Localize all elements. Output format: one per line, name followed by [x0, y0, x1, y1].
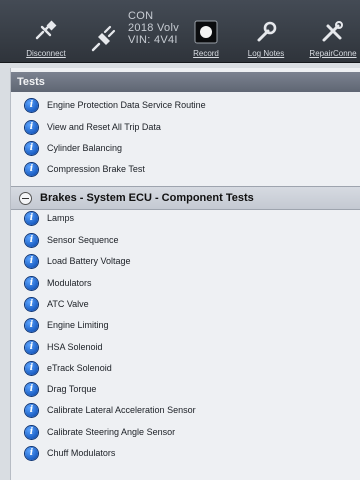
toolbar: Disconnect CON 2018 Volv VIN: 4V4I Recor… — [0, 0, 360, 63]
brake-test-label: Chuff Modulators — [47, 448, 116, 458]
brake-test-steering-angle[interactable]: i Calibrate Steering Angle Sensor — [25, 423, 175, 441]
brake-test-label: Lamps — [47, 213, 75, 223]
brakes-section-title: Brakes - System ECU - Component Tests — [40, 192, 254, 204]
vehicle-line-1: CON — [128, 10, 154, 22]
vehicle-info: CON 2018 Volv VIN: 4V4I — [128, 10, 179, 46]
collapse-icon[interactable] — [19, 191, 32, 205]
brake-test-label: eTrack Solenoid — [47, 363, 112, 373]
info-icon: i — [25, 297, 38, 311]
info-icon: i — [25, 211, 38, 225]
info-icon: i — [25, 361, 38, 375]
brake-test-atc-valve[interactable]: i ATC Valve — [25, 295, 89, 313]
brake-test-modulators[interactable]: i Modulators — [25, 274, 92, 292]
brake-test-lateral-accel[interactable]: i Calibrate Lateral Acceleration Sensor — [25, 401, 196, 419]
brake-test-load-battery[interactable]: i Load Battery Voltage — [25, 252, 131, 270]
info-icon: i — [25, 120, 38, 134]
connect-status — [86, 6, 120, 58]
info-icon: i — [25, 318, 38, 332]
test-item-compression-brake[interactable]: i Compression Brake Test — [25, 160, 145, 178]
disconnect-label: Disconnect — [26, 49, 66, 58]
info-icon: i — [25, 254, 38, 268]
info-icon: i — [25, 276, 38, 290]
repair-connect-button[interactable]: RepairConne — [306, 6, 360, 58]
record-icon — [194, 20, 218, 46]
brake-test-sensor-sequence[interactable]: i Sensor Sequence — [25, 231, 119, 249]
info-icon: i — [25, 382, 38, 396]
brake-test-label: ATC Valve — [47, 299, 89, 309]
brake-test-label: Calibrate Lateral Acceleration Sensor — [47, 405, 196, 415]
repair-connect-label: RepairConne — [309, 49, 357, 58]
info-icon: i — [25, 233, 38, 247]
brake-test-drag-torque[interactable]: i Drag Torque — [25, 380, 96, 398]
tests-panel: Tests i Engine Protection Data Service R… — [10, 68, 360, 480]
brake-test-engine-limiting[interactable]: i Engine Limiting — [25, 316, 109, 334]
record-button[interactable]: Record — [188, 6, 224, 58]
brake-test-label: Load Battery Voltage — [47, 256, 131, 266]
wrench-icon — [254, 20, 278, 46]
test-item-label: View and Reset All Trip Data — [47, 122, 161, 132]
info-icon: i — [25, 403, 38, 417]
info-icon: i — [25, 340, 38, 354]
test-item-cylinder-balancing[interactable]: i Cylinder Balancing — [25, 139, 122, 157]
record-label: Record — [193, 49, 219, 58]
brake-test-label: Sensor Sequence — [47, 235, 119, 245]
vehicle-line-2: 2018 Volv — [128, 22, 180, 34]
info-icon: i — [25, 162, 38, 176]
tests-header: Tests — [11, 72, 360, 92]
vehicle-line-3: VIN: 4V4I — [128, 34, 178, 46]
test-item-label: Engine Protection Data Service Routine — [47, 100, 206, 110]
info-icon: i — [25, 425, 38, 439]
brake-test-label: Engine Limiting — [47, 320, 109, 330]
brake-test-hsa-solenoid[interactable]: i HSA Solenoid — [25, 338, 103, 356]
disconnect-button[interactable]: Disconnect — [22, 6, 70, 58]
test-item-label: Compression Brake Test — [47, 164, 145, 174]
log-notes-button[interactable]: Log Notes — [240, 6, 292, 58]
diagnostic-screen: Disconnect CON 2018 Volv VIN: 4V4I Recor… — [0, 0, 360, 480]
brake-test-label: Modulators — [47, 278, 92, 288]
unplug-icon — [33, 18, 59, 46]
brake-test-lamps[interactable]: i Lamps — [25, 209, 74, 227]
brake-test-label: Calibrate Steering Angle Sensor — [47, 427, 176, 437]
plug-connected-icon — [90, 23, 116, 55]
test-item-label: Cylinder Balancing — [47, 143, 123, 153]
brakes-section-header[interactable]: Brakes - System ECU - Component Tests — [11, 186, 360, 210]
info-icon: i — [25, 98, 38, 112]
brake-test-etrack-solenoid[interactable]: i eTrack Solenoid — [25, 359, 112, 377]
brake-test-label: HSA Solenoid — [47, 342, 103, 352]
info-icon: i — [25, 141, 38, 155]
test-item-engine-protection[interactable]: i Engine Protection Data Service Routine — [25, 96, 206, 114]
test-item-trip-data[interactable]: i View and Reset All Trip Data — [25, 118, 161, 136]
brake-test-chuff-modulators[interactable]: i Chuff Modulators — [25, 444, 115, 462]
log-notes-label: Log Notes — [247, 49, 285, 58]
info-icon: i — [25, 446, 38, 460]
brake-test-label: Drag Torque — [47, 384, 97, 394]
tools-icon — [320, 20, 346, 46]
